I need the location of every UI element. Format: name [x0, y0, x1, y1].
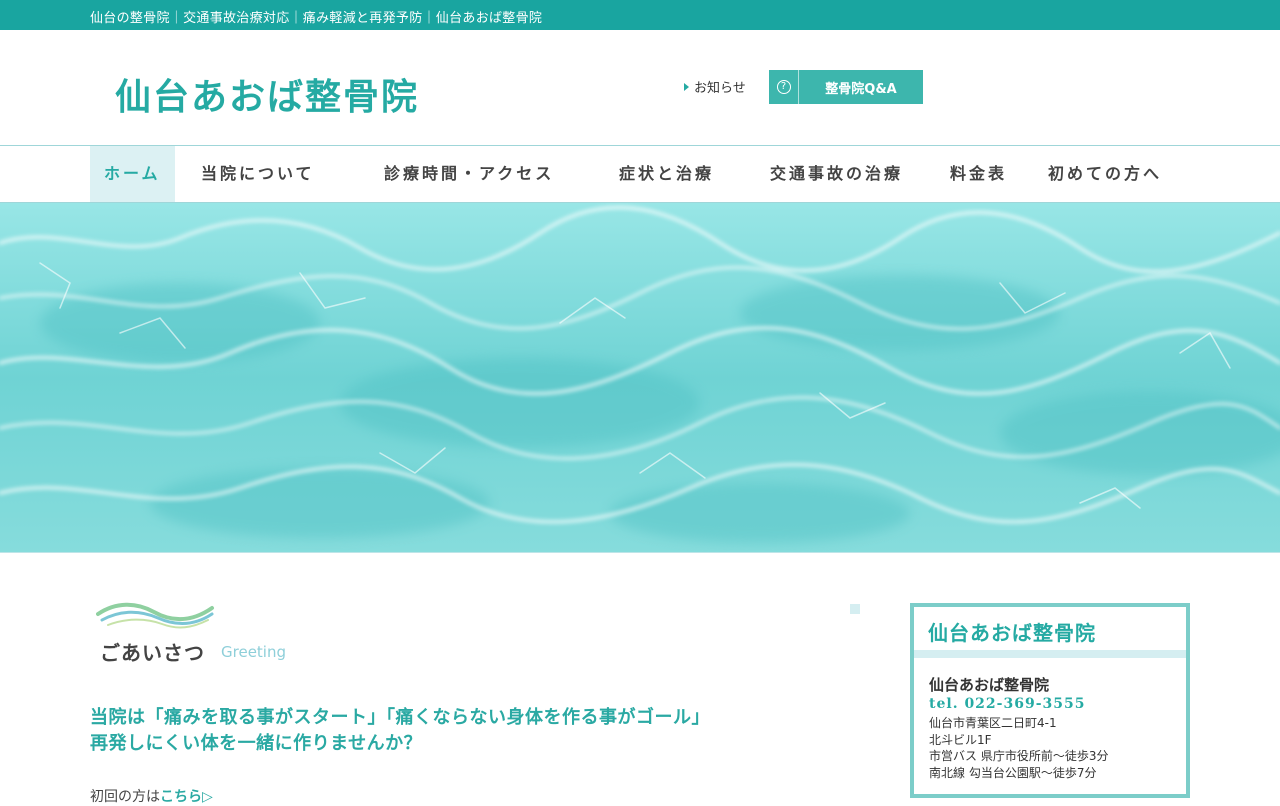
clinic-name: 仙台あおば整骨院 — [929, 676, 1050, 694]
clinic-phone[interactable]: tel. 022-369-3555 — [929, 696, 1085, 712]
decorative-square — [850, 604, 860, 614]
divider — [914, 650, 1186, 658]
news-link-label: お知らせ — [694, 81, 746, 96]
nav-item-traffic-accident[interactable]: 交通事故の治療 — [770, 146, 903, 202]
wave-decoration-icon — [96, 602, 214, 629]
water-texture — [0, 203, 1280, 552]
greeting-lead: 当院は「痛みを取る事がスタート」「痛くならない身体を作る事がゴール」 再発しにく… — [90, 705, 710, 757]
clinic-address-line: 仙台市青葉区二日町4-1 — [929, 716, 1057, 730]
site-tagline: 仙台の整骨院｜交通事故治療対応｜痛み軽減と再発予防｜仙台あおば整骨院 — [90, 11, 543, 26]
nav-item-hours-access[interactable]: 診療時間・アクセス — [384, 146, 554, 202]
site-logo[interactable]: 仙台あおば整骨院 — [115, 68, 419, 120]
first-visit-prefix: 初回の方は — [90, 789, 160, 805]
first-visit-link[interactable]: こちら▷ — [160, 789, 213, 805]
main-nav: ホーム 当院について 診療時間・アクセス 症状と治療 交通事故の治療 料金表 初… — [0, 145, 1280, 203]
greeting-heading-en: Greeting — [221, 643, 286, 661]
nav-item-pricing[interactable]: 料金表 — [950, 146, 1007, 202]
clinic-address-block: 仙台市青葉区二日町4-1 北斗ビル1F 市営バス 県庁市役所前～徒歩3分 南北線… — [929, 715, 1108, 781]
news-link[interactable]: お知らせ — [684, 77, 746, 96]
clinic-access-line: 南北線 勾当台公園駅～徒歩7分 — [929, 765, 1097, 780]
greeting-lead-line-2: 再発しにくい体を一緒に作りませんか？ — [90, 733, 423, 754]
first-visit-text: 初回の方はこちら▷ — [90, 786, 213, 806]
clinic-address-line: 北斗ビル1F — [929, 732, 992, 747]
nav-item-home[interactable]: ホーム — [90, 146, 175, 202]
nav-item-about[interactable]: 当院について — [201, 146, 315, 202]
qa-button-label: 整骨院Q&A — [825, 81, 897, 97]
nav-item-symptoms[interactable]: 症状と治療 — [619, 146, 714, 202]
arrow-right-icon — [684, 83, 689, 91]
greeting-heading: ごあいさつ — [100, 641, 205, 665]
qa-button[interactable]: ? 整骨院Q&A — [769, 70, 923, 104]
clinic-info-box: 仙台あおば整骨院 仙台あおば整骨院 tel. 022-369-3555 仙台市青… — [910, 603, 1190, 798]
hero-water-image — [0, 203, 1280, 553]
nav-item-first-visit[interactable]: 初めての方へ — [1048, 146, 1162, 202]
header: 仙台あおば整骨院 お知らせ ? 整骨院Q&A — [0, 30, 1280, 145]
clinic-info-title: 仙台あおば整骨院 — [928, 621, 1096, 645]
greeting-lead-line-1: 当院は「痛みを取る事がスタート」「痛くならない身体を作る事がゴール」 — [90, 707, 710, 728]
clinic-access-line: 市営バス 県庁市役所前～徒歩3分 — [929, 749, 1109, 763]
top-bar: 仙台の整骨院｜交通事故治療対応｜痛み軽減と再発予防｜仙台あおば整骨院 — [0, 0, 1280, 30]
question-icon: ? — [769, 70, 799, 104]
